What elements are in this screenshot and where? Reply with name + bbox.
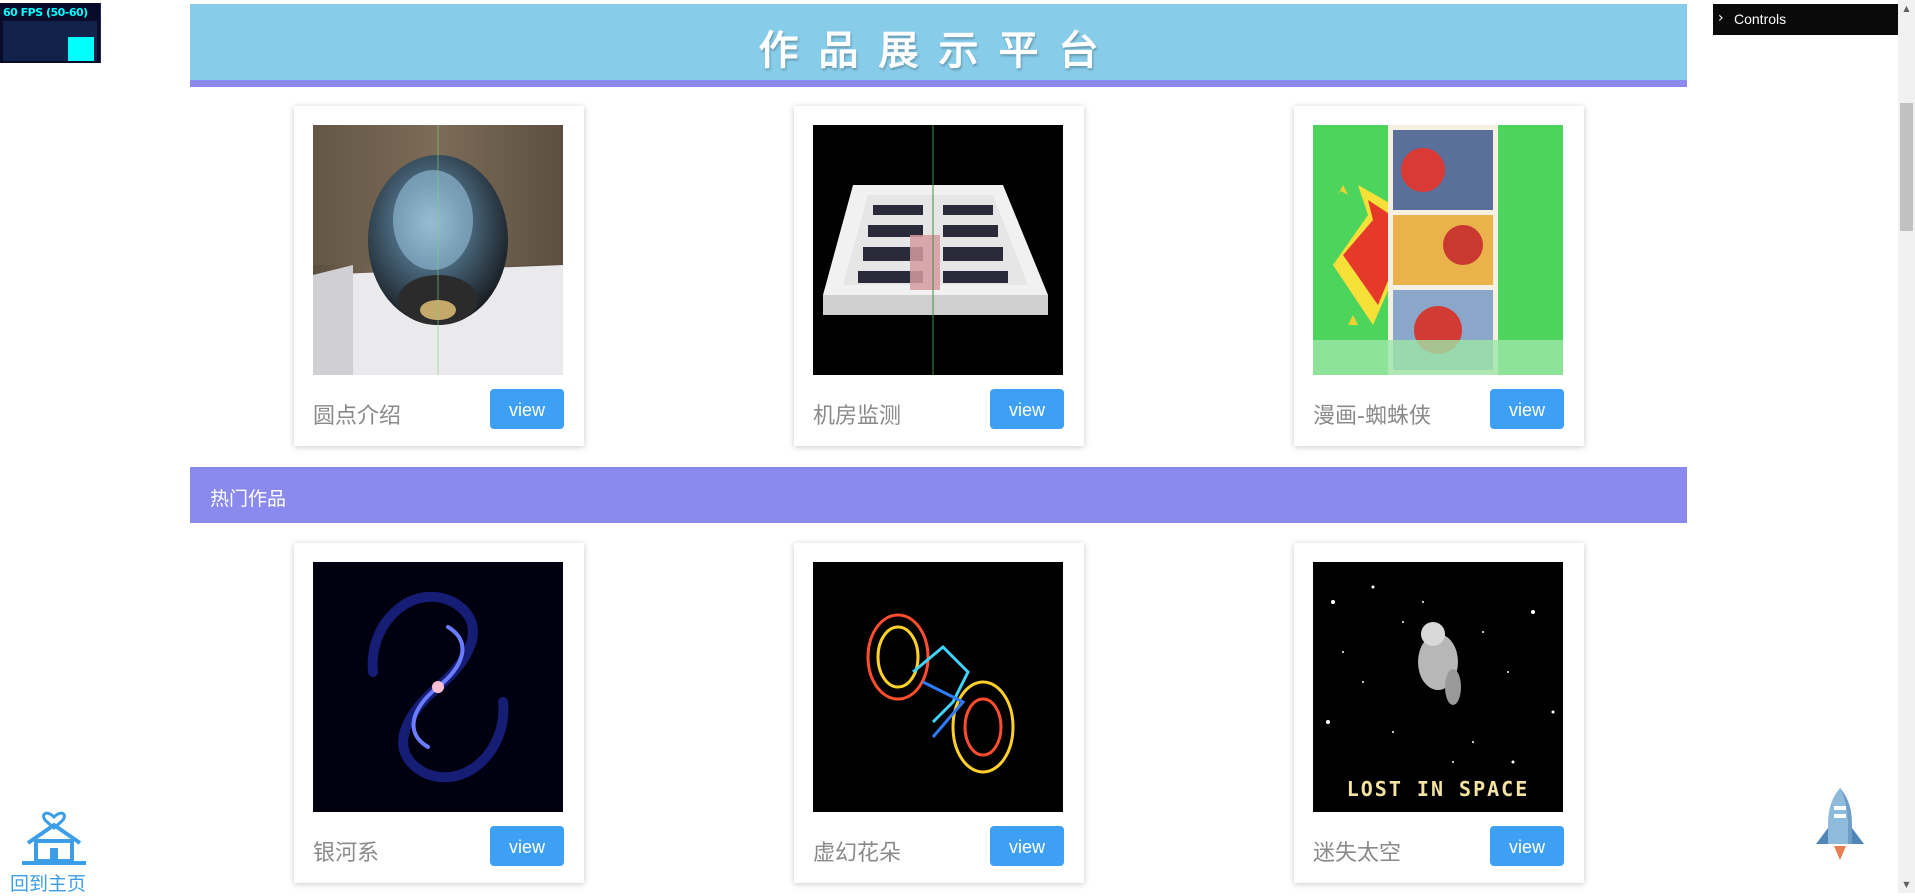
work-card: LOST IN SPACE 迷失太空 view	[1294, 543, 1584, 883]
page-banner: 作品展示平台	[190, 4, 1687, 87]
vertical-scrollbar[interactable]: ▲ ▼	[1898, 0, 1915, 893]
view-button[interactable]: view	[1490, 389, 1564, 429]
work-title: 机房监测	[813, 404, 902, 429]
work-title: 迷失太空	[1313, 841, 1402, 866]
spiderman-comic-thumbnail[interactable]	[1313, 125, 1563, 375]
controls-panel[interactable]: › Controls	[1713, 4, 1898, 35]
helmet-thumbnail[interactable]	[313, 125, 563, 375]
section-title: 热门作品	[210, 488, 287, 510]
lost-in-space-thumbnail[interactable]: LOST IN SPACE	[1313, 562, 1563, 812]
controls-label: Controls	[1734, 11, 1787, 27]
work-title: 银河系	[313, 841, 380, 866]
work-title: 圆点介绍	[313, 404, 402, 429]
fps-monitor[interactable]: 60 FPS (50-60)	[0, 3, 101, 63]
view-button[interactable]: view	[990, 826, 1064, 866]
scroll-up-icon[interactable]: ▲	[1898, 0, 1915, 17]
fps-graph-bar	[68, 37, 94, 61]
work-card: 虚幻花朵 view	[794, 543, 1084, 883]
server-room-thumbnail[interactable]	[813, 125, 1063, 375]
galaxy-thumbnail[interactable]	[313, 562, 563, 812]
work-title: 虚幻花朵	[813, 841, 902, 866]
view-button[interactable]: view	[490, 826, 564, 866]
page-title: 作品展示平台	[758, 28, 1119, 74]
rocket-icon	[1816, 788, 1864, 860]
work-card: 机房监测 view	[794, 106, 1084, 446]
lost-in-space-caption: LOST IN SPACE	[1346, 777, 1530, 801]
fps-graph	[3, 21, 97, 61]
work-card: 银河系 view	[294, 543, 584, 883]
view-button[interactable]: view	[990, 389, 1064, 429]
chevron-right-icon: ›	[1718, 10, 1724, 26]
home-heart-icon	[22, 811, 86, 865]
scrollbar-thumb[interactable]	[1900, 103, 1913, 231]
view-button[interactable]: view	[1490, 826, 1564, 866]
work-title: 漫画-蜘蛛侠	[1313, 404, 1431, 429]
home-label: 回到主页	[10, 873, 87, 895]
work-card: 漫画-蜘蛛侠 view	[1294, 106, 1584, 446]
scroll-down-icon[interactable]: ▼	[1898, 876, 1915, 893]
neon-flower-thumbnail[interactable]	[813, 562, 1063, 812]
home-link[interactable]: 回到主页	[8, 797, 104, 895]
back-to-top-button[interactable]	[1810, 784, 1870, 864]
view-button[interactable]: view	[490, 389, 564, 429]
fps-text: 60 FPS (50-60)	[3, 6, 88, 19]
section-header: 热门作品	[190, 467, 1687, 523]
work-card: 圆点介绍 view	[294, 106, 584, 446]
